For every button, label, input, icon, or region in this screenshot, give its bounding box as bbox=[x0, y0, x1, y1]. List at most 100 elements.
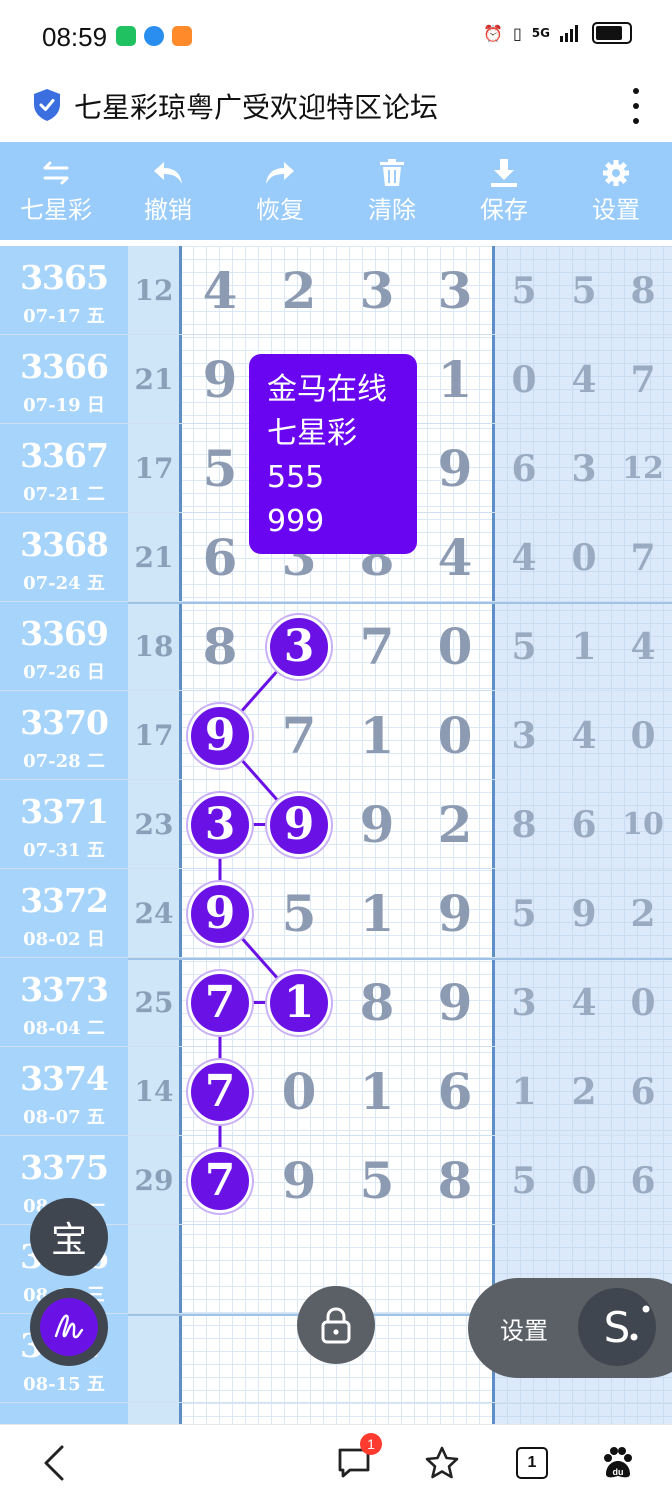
favorite-button[interactable] bbox=[422, 1441, 462, 1485]
wechat-icon bbox=[116, 26, 136, 46]
table-row: 3371 07-31 五 23 9 2 8 6 10 bbox=[0, 780, 672, 869]
period-date: 07-24 五 bbox=[23, 573, 105, 594]
digit-cell[interactable]: 4 bbox=[416, 513, 494, 602]
period-cell: 3366 07-19 日 bbox=[0, 335, 128, 424]
digit-cell[interactable] bbox=[181, 1225, 259, 1314]
floating-settings-pill[interactable]: 设置 S bbox=[468, 1278, 672, 1378]
side-digit-cell: 2 bbox=[571, 1070, 597, 1113]
side-digit-cell: 12 bbox=[622, 451, 664, 486]
side-digit-cell: 4 bbox=[571, 981, 597, 1024]
selected-digit-ball[interactable]: 3 bbox=[188, 792, 252, 857]
table-row: 3373 08-04 二 25 8 9 3 4 0 bbox=[0, 958, 672, 1047]
info-popup[interactable]: 金马在线 七星彩 555 999 bbox=[249, 354, 417, 554]
selected-digit-ball[interactable]: 7 bbox=[188, 1148, 252, 1213]
tab-count: 1 bbox=[516, 1447, 548, 1479]
browser-icon bbox=[144, 26, 164, 46]
selected-digit-ball[interactable]: 1 bbox=[267, 970, 331, 1035]
digit-cell[interactable]: 9 bbox=[181, 335, 259, 424]
digit-cell[interactable]: 3 bbox=[338, 246, 416, 335]
digit-cell[interactable]: 3 bbox=[416, 246, 494, 335]
side-digit-cell: 5 bbox=[511, 892, 537, 935]
digit-cell[interactable]: 9 bbox=[260, 1136, 338, 1225]
selected-digit-ball[interactable]: 9 bbox=[188, 703, 252, 768]
clear-button[interactable]: 清除 bbox=[336, 142, 448, 240]
period-number: 3370 bbox=[20, 703, 109, 742]
undo-icon bbox=[152, 158, 184, 188]
lock-button[interactable] bbox=[297, 1286, 375, 1364]
back-button[interactable] bbox=[34, 1441, 74, 1485]
more-menu-icon[interactable] bbox=[630, 88, 642, 124]
tabs-button[interactable]: 1 bbox=[512, 1441, 552, 1485]
digit-cell[interactable]: 9 bbox=[416, 869, 494, 958]
sum-cell: 24 bbox=[134, 897, 174, 930]
signature-icon bbox=[40, 1298, 98, 1356]
star-icon bbox=[425, 1446, 459, 1479]
digit-cell[interactable]: 4 bbox=[181, 246, 259, 335]
gear-icon bbox=[602, 158, 630, 188]
digit-cell[interactable]: 5 bbox=[338, 1136, 416, 1225]
selected-digit-ball[interactable]: 7 bbox=[188, 1059, 252, 1124]
digit-cell[interactable]: 8 bbox=[416, 1136, 494, 1225]
digit-cell[interactable]: 5 bbox=[260, 869, 338, 958]
shield-icon bbox=[34, 89, 60, 121]
redo-button[interactable]: 恢复 bbox=[224, 142, 336, 240]
digit-cell[interactable]: 6 bbox=[416, 1047, 494, 1136]
side-digit-cell: 6 bbox=[630, 1070, 656, 1113]
sum-cell: 17 bbox=[134, 452, 174, 485]
toolbar-label: 设置 bbox=[592, 195, 640, 224]
digit-cell[interactable]: 5 bbox=[181, 424, 259, 513]
digit-cell[interactable]: 0 bbox=[416, 691, 494, 780]
status-bar: 08:59 ⏰ ▯ 5G bbox=[0, 0, 672, 78]
share-icon bbox=[630, 1305, 650, 1341]
pill-settings-label[interactable]: 设置 bbox=[500, 1311, 548, 1346]
selected-digit-ball[interactable]: 7 bbox=[188, 970, 252, 1035]
bottom-navigation: 1 1 du bbox=[0, 1424, 672, 1501]
digit-cell[interactable]: 9 bbox=[416, 958, 494, 1047]
selected-digit-ball[interactable]: 9 bbox=[267, 792, 331, 857]
settings-button[interactable]: 设置 bbox=[560, 142, 672, 240]
table-row: 3372 08-02 日 24 5 1 9 5 9 2 bbox=[0, 869, 672, 958]
side-digit-cell: 5 bbox=[511, 1159, 537, 1202]
digit-cell[interactable]: 1 bbox=[338, 869, 416, 958]
digit-cell[interactable]: 8 bbox=[338, 958, 416, 1047]
save-button[interactable]: 保存 bbox=[448, 142, 560, 240]
digit-cell[interactable]: 0 bbox=[260, 1047, 338, 1136]
digit-cell[interactable]: 2 bbox=[416, 780, 494, 869]
digit-cell[interactable]: 7 bbox=[260, 691, 338, 780]
toolbar-label: 清除 bbox=[368, 195, 416, 224]
sum-cell: 21 bbox=[134, 363, 174, 396]
digit-cell[interactable]: 6 bbox=[181, 513, 259, 602]
side-digit-cell: 10 bbox=[622, 807, 664, 842]
period-number: 3375 bbox=[20, 1148, 109, 1187]
comments-button[interactable]: 1 bbox=[334, 1433, 382, 1485]
digit-cell[interactable]: 8 bbox=[181, 602, 259, 691]
side-digit-cell: 9 bbox=[571, 892, 597, 935]
period-number: 3372 bbox=[20, 881, 109, 920]
toolbar-switch-button[interactable]: 七星彩 bbox=[0, 142, 112, 240]
period-cell: 3370 07-28 二 bbox=[0, 691, 128, 780]
download-icon bbox=[489, 158, 519, 188]
digit-cell[interactable]: 0 bbox=[416, 602, 494, 691]
bao-floating-button[interactable]: 宝 bbox=[30, 1198, 108, 1276]
undo-button[interactable]: 撤销 bbox=[112, 142, 224, 240]
digit-cell[interactable]: 9 bbox=[416, 424, 494, 513]
side-digit-cell: 0 bbox=[511, 358, 537, 401]
selected-digit-ball[interactable]: 9 bbox=[188, 881, 252, 946]
selected-digit-ball[interactable]: 3 bbox=[267, 614, 331, 679]
digit-cell[interactable]: 1 bbox=[416, 335, 494, 424]
draw-floating-button[interactable] bbox=[30, 1288, 108, 1366]
digit-cell[interactable]: 7 bbox=[338, 602, 416, 691]
side-digit-cell: 0 bbox=[571, 536, 597, 579]
period-cell: 3372 08-02 日 bbox=[0, 869, 128, 958]
toolbar-label: 撤销 bbox=[144, 195, 192, 224]
period-number: 3369 bbox=[20, 614, 109, 653]
paw-button[interactable]: du bbox=[598, 1441, 638, 1485]
period-number: 3373 bbox=[20, 970, 109, 1009]
digit-cell[interactable] bbox=[181, 1314, 259, 1403]
digit-cell[interactable]: 1 bbox=[338, 1047, 416, 1136]
toolbar-label: 七星彩 bbox=[20, 195, 92, 224]
side-digit-cell: 4 bbox=[511, 536, 537, 579]
digit-cell[interactable]: 1 bbox=[338, 691, 416, 780]
digit-cell[interactable]: 2 bbox=[260, 246, 338, 335]
digit-cell[interactable]: 9 bbox=[338, 780, 416, 869]
